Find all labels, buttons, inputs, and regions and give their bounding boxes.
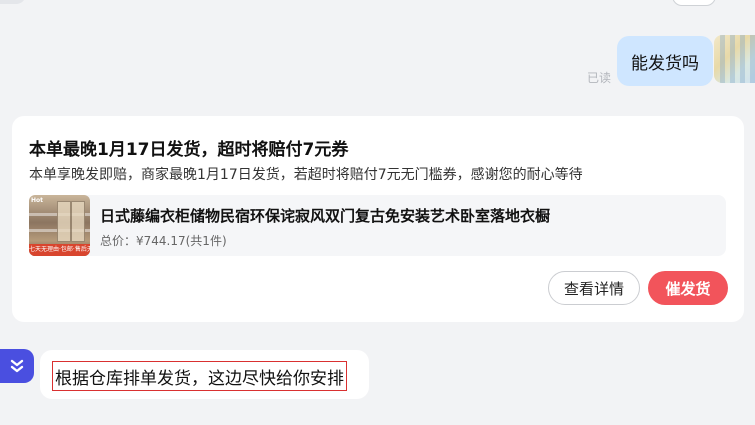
product-item[interactable]: Hot 七天无理由·包邮·售后无忧 日式藤编衣柜储物民宿环保诧寂风双门复古免安装… bbox=[29, 195, 726, 256]
top-cropped-element bbox=[0, 0, 26, 4]
user-avatar[interactable] bbox=[714, 35, 755, 83]
agent-avatar[interactable] bbox=[0, 349, 34, 383]
top-cropped-pill bbox=[672, 0, 716, 6]
product-image-tag: Hot bbox=[31, 197, 44, 204]
product-image[interactable]: Hot 七天无理由·包邮·售后无忧 bbox=[29, 195, 90, 256]
double-chevron-down-icon bbox=[10, 359, 24, 373]
product-image-badge: 七天无理由·包邮·售后无忧 bbox=[29, 244, 90, 256]
urge-shipping-button[interactable]: 催发货 bbox=[648, 271, 728, 305]
card-title: 本单最晚1月17日发货，超时将赔付7元券 bbox=[29, 140, 349, 160]
read-status: 已读 bbox=[587, 71, 612, 85]
agent-message-text: 根据仓库排单发货，这边尽快给你安排 bbox=[52, 361, 347, 391]
order-shipping-card: 本单最晚1月17日发货，超时将赔付7元券 本单享晚发即赔，商家最晚1月17日发货… bbox=[12, 116, 744, 322]
view-details-button[interactable]: 查看详情 bbox=[548, 271, 640, 305]
card-description: 本单享晚发即赔，商家最晚1月17日发货，若超时将赔付7元无门槛券，感谢您的耐心等… bbox=[29, 167, 583, 183]
user-message-bubble: 能发货吗 bbox=[617, 36, 713, 86]
agent-message-bubble: 根据仓库排单发货，这边尽快给你安排 bbox=[40, 350, 369, 399]
user-message-text: 能发货吗 bbox=[631, 53, 699, 74]
product-price: 总价：¥744.17(共1件) bbox=[100, 234, 227, 248]
product-name: 日式藤编衣柜储物民宿环保诧寂风双门复古免安装艺术卧室落地衣橱 bbox=[100, 207, 551, 225]
